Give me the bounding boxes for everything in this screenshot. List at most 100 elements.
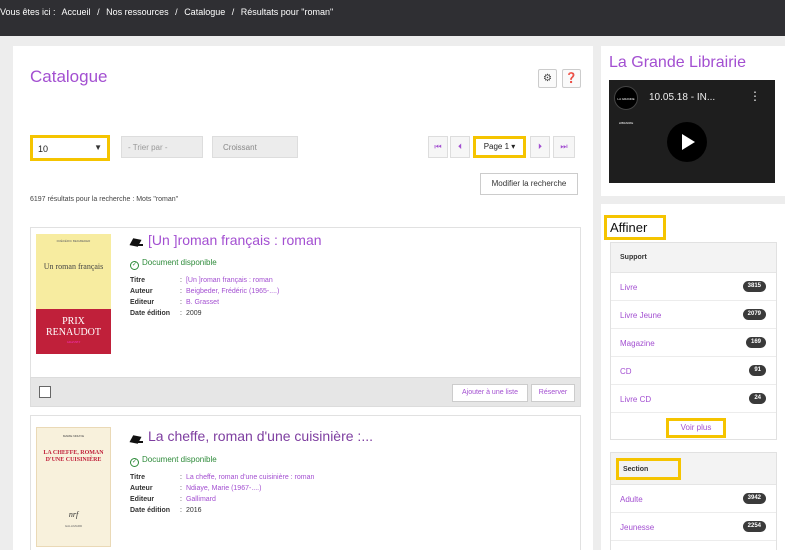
breadcrumb-catalogue[interactable]: Catalogue: [184, 7, 225, 17]
metadata-row: Date édition:2016: [130, 507, 202, 514]
metadata-value-link[interactable]: B. Grasset: [186, 299, 219, 306]
facet-item[interactable]: Jeunesse 2254: [611, 513, 776, 541]
metadata-key: Date édition: [130, 507, 171, 514]
metadata-value-link[interactable]: Ndiaye, Marie (1967-....): [186, 485, 261, 492]
facet-item[interactable]: Magazine 169: [611, 329, 776, 357]
metadata-row: Editeur: B. Grasset: [130, 299, 220, 306]
check-circle-icon: ✓: [130, 458, 139, 467]
play-icon[interactable]: [667, 122, 707, 162]
result-title-link[interactable]: [Un ]roman français : roman: [148, 232, 322, 248]
metadata-value-link[interactable]: [Un ]roman français : roman: [186, 277, 273, 284]
breadcrumb-resources[interactable]: Nos ressources: [106, 7, 169, 17]
breadcrumb: Vous êtes ici : Accueil / Nos ressources…: [0, 7, 337, 17]
count-badge: 3815: [742, 281, 766, 292]
count-badge: 24: [749, 393, 766, 404]
question-icon: ❓: [565, 73, 578, 84]
facet-item-label: Livre CD: [620, 395, 652, 404]
availability-text: Document disponible: [142, 455, 217, 464]
sort-order-select[interactable]: Croissant: [212, 136, 298, 158]
previous-page-button[interactable]: ⏴: [450, 136, 470, 158]
select-result-checkbox[interactable]: [39, 386, 51, 398]
facet-heading-label: Section: [616, 458, 681, 480]
metadata-value-link[interactable]: La cheffe, roman d'une cuisinière : roma…: [186, 474, 314, 481]
facet-heading: Section: [611, 453, 776, 485]
current-page-label: Page 1: [483, 142, 510, 151]
catalogue-panel: Catalogue ⚙ ❓ 10 ▼ - Trier par - Croissa…: [13, 46, 593, 550]
metadata-key: Auteur: [130, 288, 153, 295]
result-metadata: Titre: [Un ]roman français : roman Auteur…: [130, 277, 279, 321]
metadata-value: 2016: [185, 507, 202, 514]
count-badge: 91: [749, 365, 766, 376]
metadata-value-link[interactable]: Beigbeder, Frédéric (1965-....): [186, 288, 279, 295]
cover-band: PRIX RENAUDOT GRASSET: [36, 309, 111, 354]
last-page-button[interactable]: ⏭: [553, 136, 575, 158]
facet-item-label: Adulte: [620, 495, 643, 504]
channel-logo: LA GRANDE LIBRAIRIE: [614, 86, 638, 125]
cover-title: LA CHEFFE, ROMAN D'UNE CUISINIÈRE: [43, 450, 104, 463]
breadcrumb-separator: /: [97, 7, 100, 17]
cover-publisher: GRASSET: [66, 340, 81, 344]
breadcrumb-separator: /: [175, 7, 178, 17]
metadata-key: Editeur: [130, 299, 155, 306]
availability-status: ✓ Document disponible: [130, 455, 217, 467]
facet-item[interactable]: CD 91: [611, 357, 776, 385]
more-vert-icon[interactable]: ⋮: [749, 89, 761, 103]
facet-item[interactable]: Livre 3815: [611, 273, 776, 301]
show-more-button[interactable]: Voir plus: [666, 418, 726, 438]
chevron-down-icon: ▼: [94, 143, 102, 152]
count-badge: 3942: [742, 493, 766, 504]
count-badge: 2254: [742, 521, 766, 532]
previous-page-icon: ⏴: [458, 142, 462, 151]
metadata-key: Titre: [130, 277, 146, 284]
breadcrumb-home[interactable]: Accueil: [62, 7, 91, 17]
metadata-key: Editeur: [130, 496, 155, 503]
section-facet: Section Adulte 3942 Jeunesse 2254: [610, 452, 777, 550]
next-page-button[interactable]: ⏵: [530, 136, 550, 158]
facet-item[interactable]: Livre Jeune 2079: [611, 301, 776, 329]
facet-item-label: Livre Jeune: [620, 311, 662, 320]
breadcrumb-separator: /: [231, 7, 235, 17]
featured-video-panel: La Grande Librairie LA GRANDE LIBRAIRIE …: [601, 46, 785, 196]
sort-by-select[interactable]: - Trier par -: [121, 136, 203, 158]
help-button[interactable]: ❓: [562, 69, 581, 88]
cover-publisher: GALLIMARD: [64, 524, 83, 528]
count-badge: 2079: [742, 309, 766, 320]
availability-text: Document disponible: [142, 258, 217, 267]
settings-button[interactable]: ⚙: [538, 69, 557, 88]
check-circle-icon: ✓: [130, 261, 139, 270]
book-cover[interactable]: MARIE NDIAYE LA CHEFFE, ROMAN D'UNE CUIS…: [36, 427, 111, 547]
count-badge: 169: [745, 337, 766, 348]
top-bar: Vous êtes ici : Accueil / Nos ressources…: [0, 0, 785, 36]
result-actions-bar: Ajouter à une liste Réserver: [30, 377, 581, 407]
facet-heading: Support: [611, 243, 776, 273]
chevron-down-icon: ▾: [511, 142, 516, 151]
facet-item-label: Livre: [620, 283, 638, 292]
video-title[interactable]: 10.05.18 - IN...: [649, 92, 715, 103]
book-cover[interactable]: FRÉDÉRIC BEIGBEDER Un roman français PRI…: [36, 234, 111, 354]
featured-title: La Grande Librairie: [609, 54, 746, 71]
metadata-value-link[interactable]: Gallimard: [186, 496, 216, 503]
facet-item-label: CD: [620, 367, 632, 376]
facet-item[interactable]: Livre CD 24: [611, 385, 776, 413]
reserve-button[interactable]: Réserver: [531, 384, 575, 402]
first-page-button[interactable]: ⏮: [428, 136, 448, 158]
refine-panel: Affiner Support Livre 3815 Livre Jeune 207…: [601, 204, 785, 550]
add-to-list-button[interactable]: Ajouter à une liste: [452, 384, 528, 402]
cover-band-line: PRIX: [62, 316, 85, 327]
cover-author: MARIE NDIAYE: [62, 434, 85, 438]
cover-title: Un roman français: [43, 262, 104, 271]
refine-title: Affiner: [604, 215, 666, 240]
modify-search-button[interactable]: Modifier la recherche: [480, 173, 578, 195]
metadata-row: Editeur: Gallimard: [130, 496, 216, 503]
gear-icon: ⚙: [543, 73, 552, 84]
facet-item-label: Magazine: [620, 339, 655, 348]
last-page-icon: ⏭: [560, 142, 568, 151]
video-player[interactable]: LA GRANDE LIBRAIRIE 10.05.18 - IN... ⋮: [609, 80, 775, 183]
facet-item[interactable]: Adulte 3942: [611, 485, 776, 513]
metadata-row: Auteur: Ndiaye, Marie (1967-....): [130, 485, 262, 492]
page-select[interactable]: Page 1 ▾: [473, 136, 526, 158]
per-page-value: 10: [38, 144, 49, 154]
metadata-key: Auteur: [130, 485, 153, 492]
result-title-link[interactable]: La cheffe, roman d'une cuisinière :...: [148, 428, 373, 444]
results-per-page-select[interactable]: 10 ▼: [30, 135, 110, 161]
